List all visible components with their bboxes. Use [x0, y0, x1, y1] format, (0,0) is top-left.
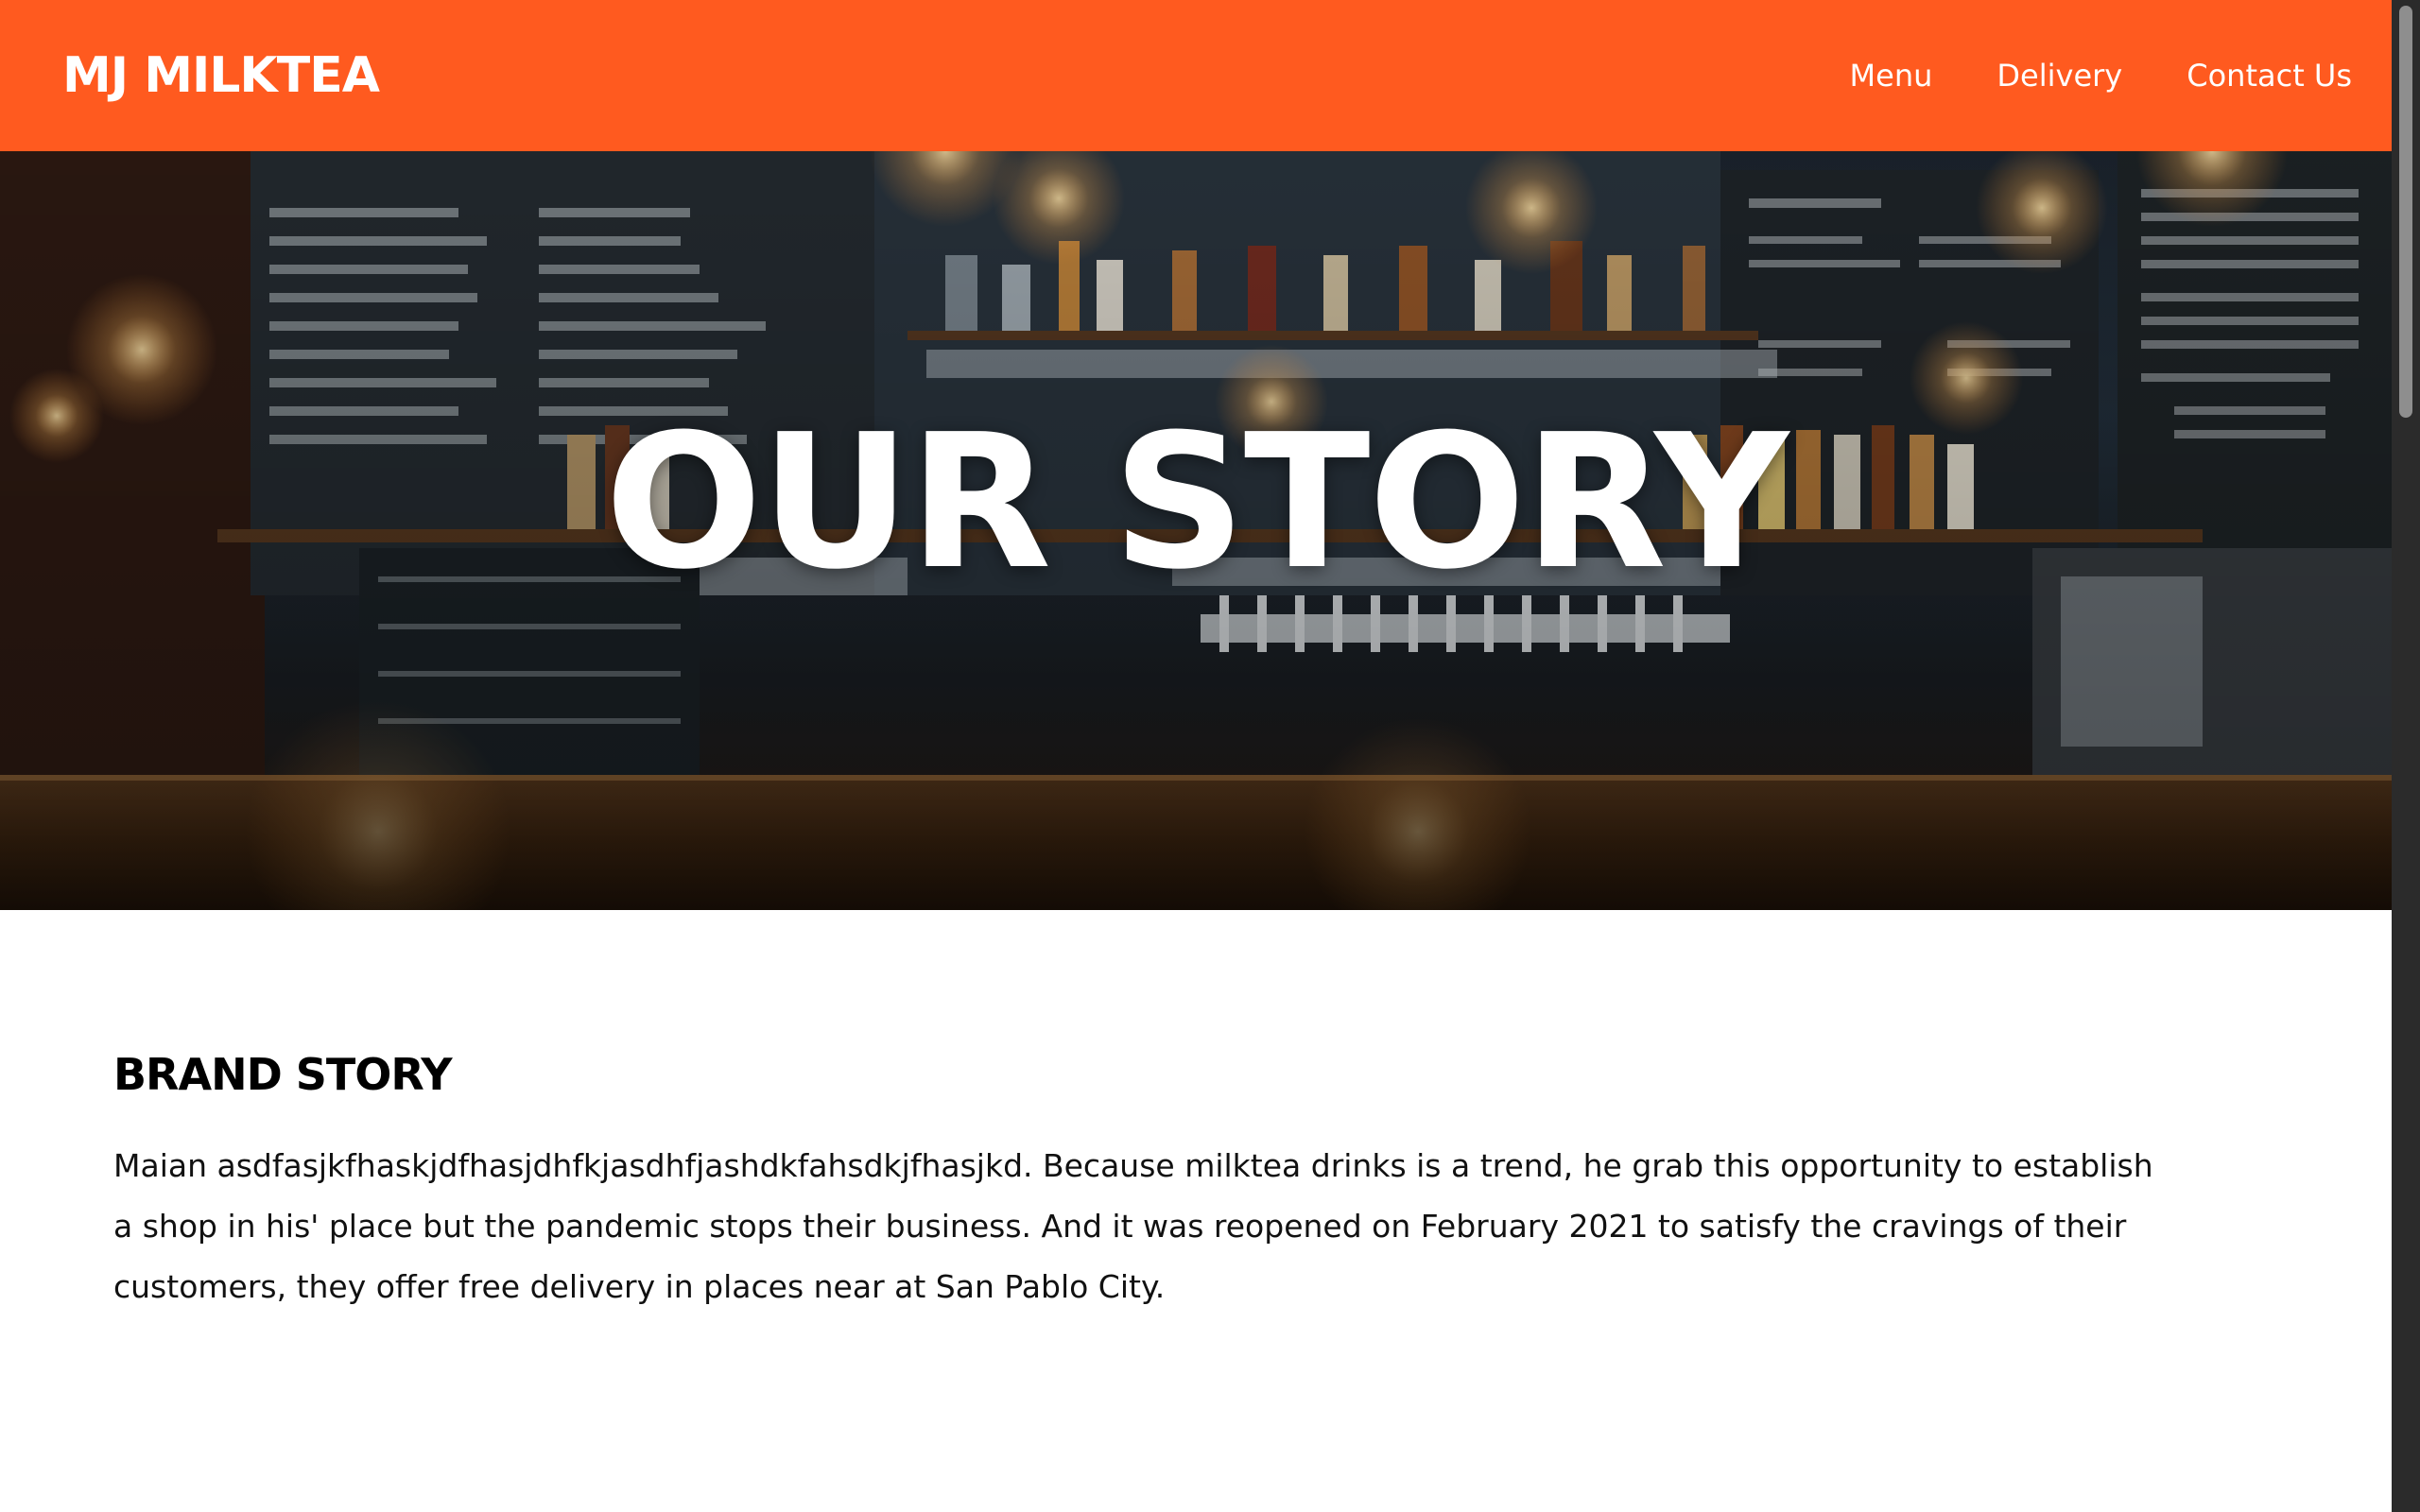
section-heading: BRAND STORY — [113, 1049, 453, 1100]
scrollbar-thumb[interactable] — [2399, 6, 2412, 418]
hero-title: OUR STORY — [604, 394, 1789, 610]
nav-link-menu[interactable]: Menu — [1850, 58, 1933, 94]
navbar: MJ MILKTEA Menu Delivery Contact Us — [0, 0, 2392, 151]
nav-link-contact-us[interactable]: Contact Us — [2187, 58, 2352, 94]
hero-banner: OUR STORY — [0, 151, 2392, 910]
story-paragraph: Maian asdfasjkfhaskjdfhasjdhfkjasdhfjash… — [113, 1147, 2153, 1305]
brand-story-section: BRAND STORY Maian asdfasjkfhaskjdfhasjdh… — [113, 1049, 2174, 1317]
vertical-scrollbar[interactable] — [2392, 0, 2420, 1512]
nav-link-delivery[interactable]: Delivery — [1996, 58, 2122, 94]
nav-links: Menu Delivery Contact Us — [1850, 58, 2352, 94]
brand-logo[interactable]: MJ MILKTEA — [62, 47, 380, 104]
